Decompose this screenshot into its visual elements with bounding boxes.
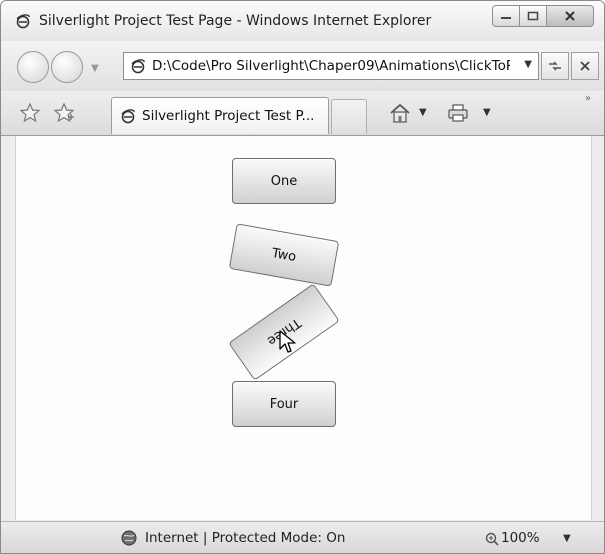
page-content: One Two Three Four xyxy=(15,136,592,520)
globe-icon xyxy=(121,530,137,546)
button-label: Two xyxy=(270,245,298,265)
navigation-bar: ▼ D:\Code\Pro Silverlight\Chaper09\Anima… xyxy=(1,41,604,91)
page-icon xyxy=(120,108,136,124)
browser-window: Silverlight Project Test Page - Windows … xyxy=(0,0,605,554)
toolbar-overflow-icon[interactable]: » xyxy=(585,93,591,104)
maximize-icon xyxy=(527,11,539,21)
page-icon xyxy=(130,58,146,74)
close-icon xyxy=(565,11,575,21)
security-zone-label[interactable]: Internet | Protected Mode: On xyxy=(145,530,345,546)
forward-button[interactable] xyxy=(51,51,83,83)
window-title: Silverlight Project Test Page - Windows … xyxy=(39,13,432,29)
maximize-button[interactable] xyxy=(520,5,546,27)
minimize-icon xyxy=(501,17,511,19)
address-dropdown-icon[interactable]: ▼ xyxy=(524,59,532,70)
mouse-cursor-icon xyxy=(279,330,296,353)
minimize-button[interactable] xyxy=(492,5,520,27)
zoom-dropdown-icon[interactable]: ▼ xyxy=(563,533,571,544)
tab-label: Silverlight Project Test P... xyxy=(142,108,315,124)
title-bar: Silverlight Project Test Page - Windows … xyxy=(1,1,604,41)
button-label: Four xyxy=(269,396,299,412)
printer-icon[interactable] xyxy=(447,103,469,123)
address-bar[interactable]: D:\Code\Pro Silverlight\Chaper09\Animati… xyxy=(123,52,539,80)
status-bar: Internet | Protected Mode: On 100% ▼ xyxy=(1,521,604,553)
address-text[interactable]: D:\Code\Pro Silverlight\Chaper09\Animati… xyxy=(152,58,510,74)
new-tab-button[interactable] xyxy=(331,99,367,134)
home-dropdown-icon[interactable]: ▼ xyxy=(419,107,427,118)
button-label: One xyxy=(270,173,298,189)
recent-pages-dropdown-icon[interactable]: ▼ xyxy=(91,63,99,74)
tab-active[interactable]: Silverlight Project Test P... xyxy=(111,97,329,134)
home-icon[interactable] xyxy=(389,103,411,123)
refresh-button[interactable] xyxy=(541,52,569,80)
window-controls xyxy=(492,5,594,27)
stop-icon xyxy=(580,61,590,71)
magnifier-icon[interactable] xyxy=(485,531,499,546)
star-icon[interactable] xyxy=(19,102,41,124)
button-two[interactable]: Two xyxy=(228,223,340,287)
ie-icon xyxy=(15,13,31,29)
print-dropdown-icon[interactable]: ▼ xyxy=(483,107,491,118)
button-one[interactable]: One xyxy=(232,158,336,204)
stop-button[interactable] xyxy=(571,52,599,80)
command-bar: Silverlight Project Test P... ▼ ▼ » xyxy=(1,91,604,136)
close-button[interactable] xyxy=(546,5,594,27)
back-button[interactable] xyxy=(17,51,49,83)
button-four[interactable]: Four xyxy=(232,381,336,427)
add-star-icon[interactable] xyxy=(53,102,75,124)
refresh-icon xyxy=(549,61,561,71)
zoom-level[interactable]: 100% xyxy=(501,530,540,546)
